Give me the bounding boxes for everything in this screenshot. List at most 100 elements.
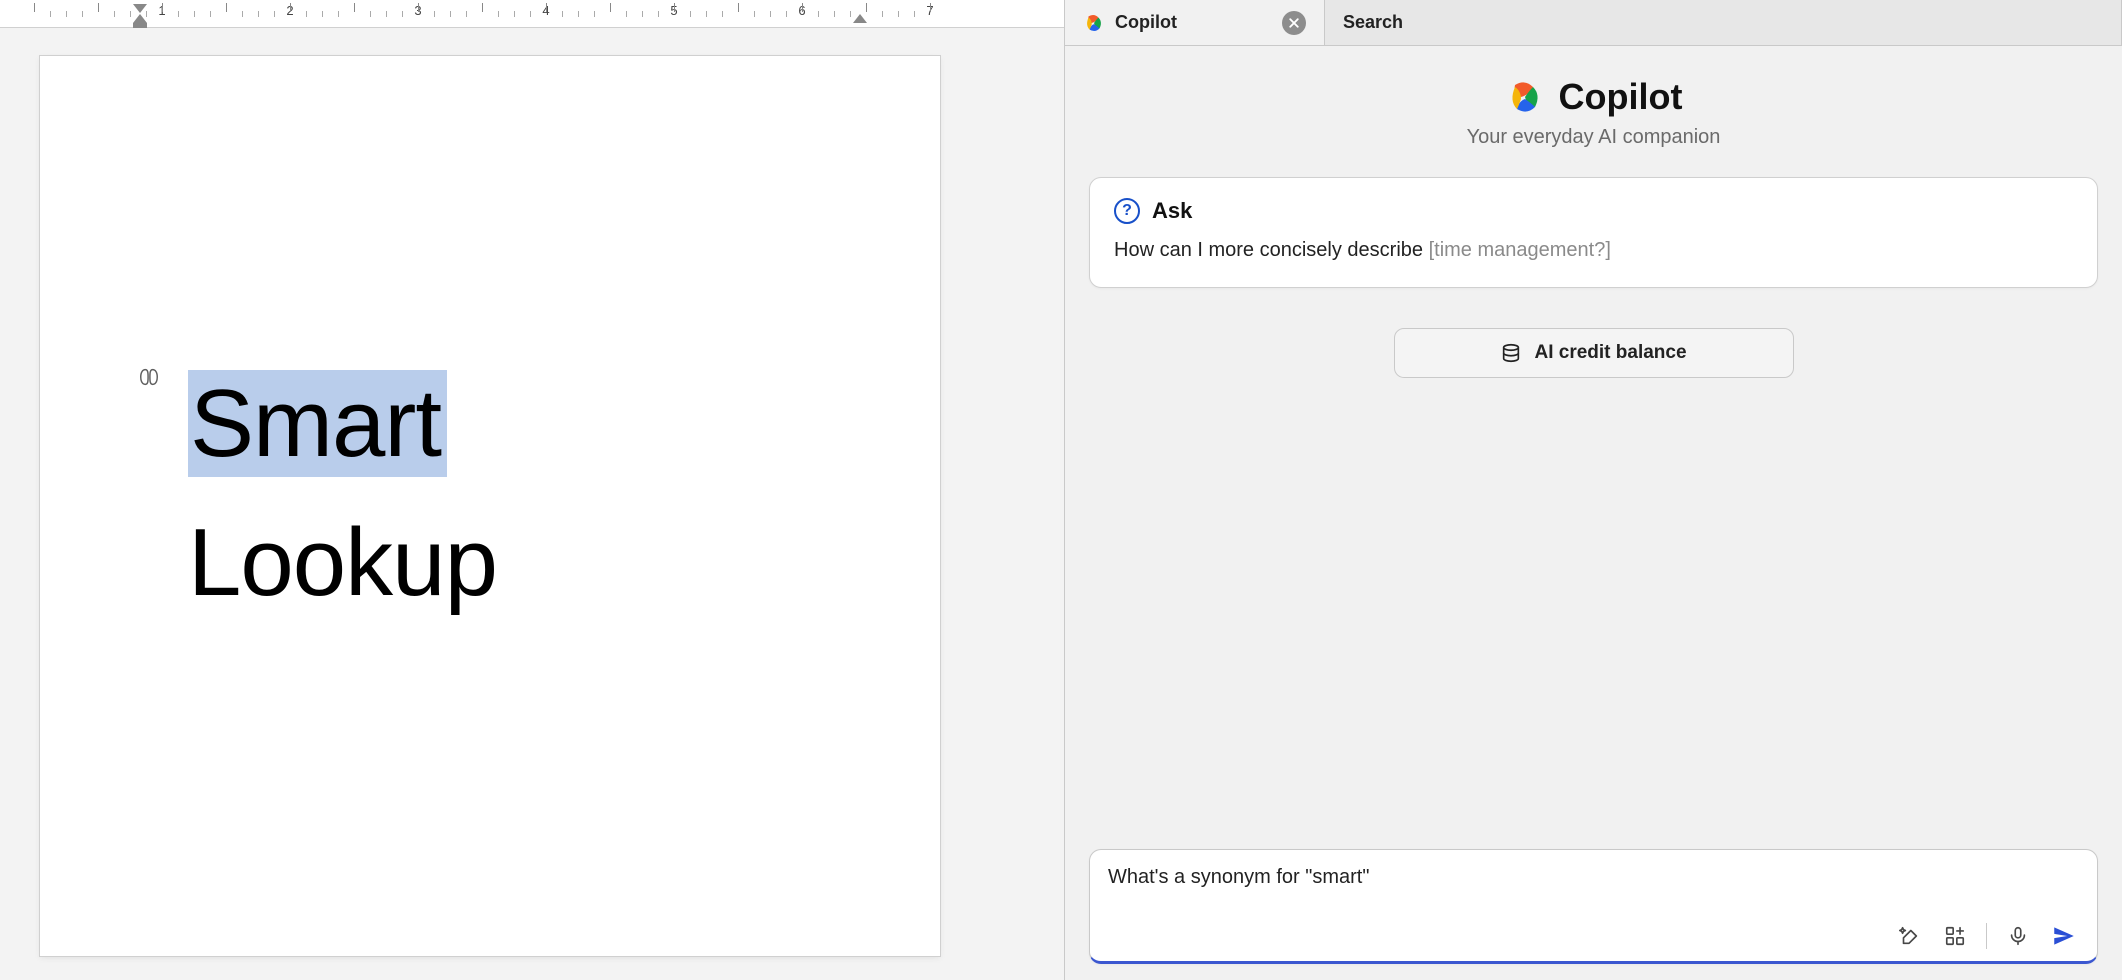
ruler-tick — [242, 11, 243, 17]
tab-copilot[interactable]: Copilot — [1065, 0, 1325, 45]
ruler-tick — [722, 11, 723, 17]
ruler-tick — [530, 11, 531, 17]
suggestion-card-text: How can I more concisely describe [time … — [1114, 236, 2073, 265]
copilot-title: Copilot — [1559, 76, 1683, 118]
copilot-prompt-box[interactable] — [1089, 849, 2098, 964]
microphone-icon[interactable] — [2003, 921, 2033, 951]
ruler-tick — [466, 11, 467, 17]
ruler-tick — [274, 11, 275, 17]
prompt-toolbar — [1108, 921, 2079, 951]
toolbar-divider — [1986, 923, 1987, 949]
ruler-tick — [850, 11, 851, 17]
app-root: 1234567 Smart Lookup — [0, 0, 2122, 980]
ruler-tick — [642, 11, 643, 17]
horizontal-ruler[interactable]: 1234567 — [0, 0, 1064, 28]
ruler-tick — [114, 11, 115, 17]
ruler-tick — [50, 11, 51, 17]
document-area: 1234567 Smart Lookup — [0, 0, 1064, 980]
copilot-inline-icon[interactable] — [138, 366, 160, 388]
tab-copilot-label: Copilot — [1115, 12, 1177, 33]
ruler-tick — [866, 3, 867, 12]
sparkle-edit-icon[interactable] — [1894, 921, 1924, 951]
ruler-tick — [418, 3, 419, 12]
ruler-tick — [930, 3, 931, 12]
ruler-tick — [594, 11, 595, 17]
ruler-tick — [210, 11, 211, 17]
ruler-tick — [226, 3, 227, 12]
ai-credit-balance-button[interactable]: AI credit balance — [1394, 328, 1794, 378]
tab-search[interactable]: Search — [1325, 0, 2122, 45]
ruler-tick — [178, 11, 179, 17]
document-page[interactable]: Smart Lookup — [40, 56, 940, 956]
document-line-2[interactable]: Lookup — [188, 509, 497, 616]
ruler-tick — [450, 11, 451, 17]
ruler-tick — [834, 11, 835, 17]
ruler-tick — [882, 11, 883, 17]
ruler-tick — [322, 11, 323, 17]
first-line-indent-marker[interactable] — [133, 4, 147, 13]
ruler-tick — [818, 11, 819, 17]
ruler-tick — [338, 11, 339, 17]
ruler-tick — [674, 3, 675, 12]
ask-question-icon: ? — [1114, 198, 1140, 224]
hanging-indent-marker[interactable] — [133, 14, 147, 23]
ruler-tick — [354, 3, 355, 12]
ruler-tick — [306, 11, 307, 17]
ruler-tick — [802, 3, 803, 12]
ruler-tick — [386, 11, 387, 17]
credits-stack-icon — [1500, 342, 1522, 364]
side-panel-tabs: Copilot Search — [1065, 0, 2122, 46]
copilot-title-row: Copilot — [1505, 76, 1683, 118]
ruler-tick — [610, 3, 611, 12]
suggestion-text-hint: [time management?] — [1429, 239, 1611, 261]
apps-add-icon[interactable] — [1940, 921, 1970, 951]
ruler-tick — [546, 3, 547, 12]
ruler-tick — [658, 11, 659, 17]
ruler-tick — [162, 3, 163, 12]
copilot-logo-icon — [1083, 12, 1105, 34]
ruler-tick — [98, 3, 99, 12]
copilot-panel-body: Copilot Your everyday AI companion ? Ask… — [1065, 46, 2122, 980]
ruler-tick — [738, 3, 739, 12]
close-copilot-tab-icon[interactable] — [1282, 11, 1306, 35]
ruler-tick — [514, 11, 515, 17]
ruler-tick — [626, 11, 627, 17]
ruler-tick — [498, 11, 499, 17]
ruler-tick — [402, 11, 403, 17]
ruler-tick — [754, 11, 755, 17]
ruler-tick — [258, 11, 259, 17]
suggestion-card-header: ? Ask — [1114, 198, 2073, 224]
document-body-text[interactable]: Smart Lookup — [188, 354, 497, 632]
ai-credit-balance-label: AI credit balance — [1534, 342, 1686, 364]
suggestion-text-main: How can I more concisely describe — [1114, 239, 1429, 261]
ruler-tick — [706, 11, 707, 17]
ruler-tick — [562, 11, 563, 17]
ruler-tick — [34, 3, 35, 12]
tab-search-label: Search — [1343, 12, 1403, 33]
ruler-tick — [290, 3, 291, 12]
copilot-side-panel: Copilot Search — [1064, 0, 2122, 980]
right-indent-marker[interactable] — [853, 14, 867, 23]
ruler-tick — [82, 11, 83, 17]
ruler-tick — [194, 11, 195, 17]
copilot-prompt-input[interactable] — [1108, 866, 2079, 912]
ruler-tick — [578, 11, 579, 17]
ruler-tick — [914, 11, 915, 17]
suggestion-card-label: Ask — [1152, 198, 1192, 224]
suggestion-card-ask[interactable]: ? Ask How can I more concisely describe … — [1089, 177, 2098, 288]
send-button[interactable] — [2049, 921, 2079, 951]
ruler-tick — [370, 11, 371, 17]
ruler-tick — [898, 11, 899, 17]
ruler-tick — [130, 11, 131, 17]
flex-spacer — [1089, 378, 2098, 849]
copilot-subtitle: Your everyday AI companion — [1467, 126, 1721, 149]
ruler-tick — [786, 11, 787, 17]
ruler-tick — [66, 11, 67, 17]
copilot-logo-large-icon — [1505, 77, 1545, 117]
ruler-tick — [434, 11, 435, 17]
ruler-tick — [690, 11, 691, 17]
ruler-tick — [770, 11, 771, 17]
ruler-tick — [482, 3, 483, 12]
copilot-header: Copilot Your everyday AI companion — [1089, 76, 2098, 149]
selected-text[interactable]: Smart — [188, 370, 447, 477]
